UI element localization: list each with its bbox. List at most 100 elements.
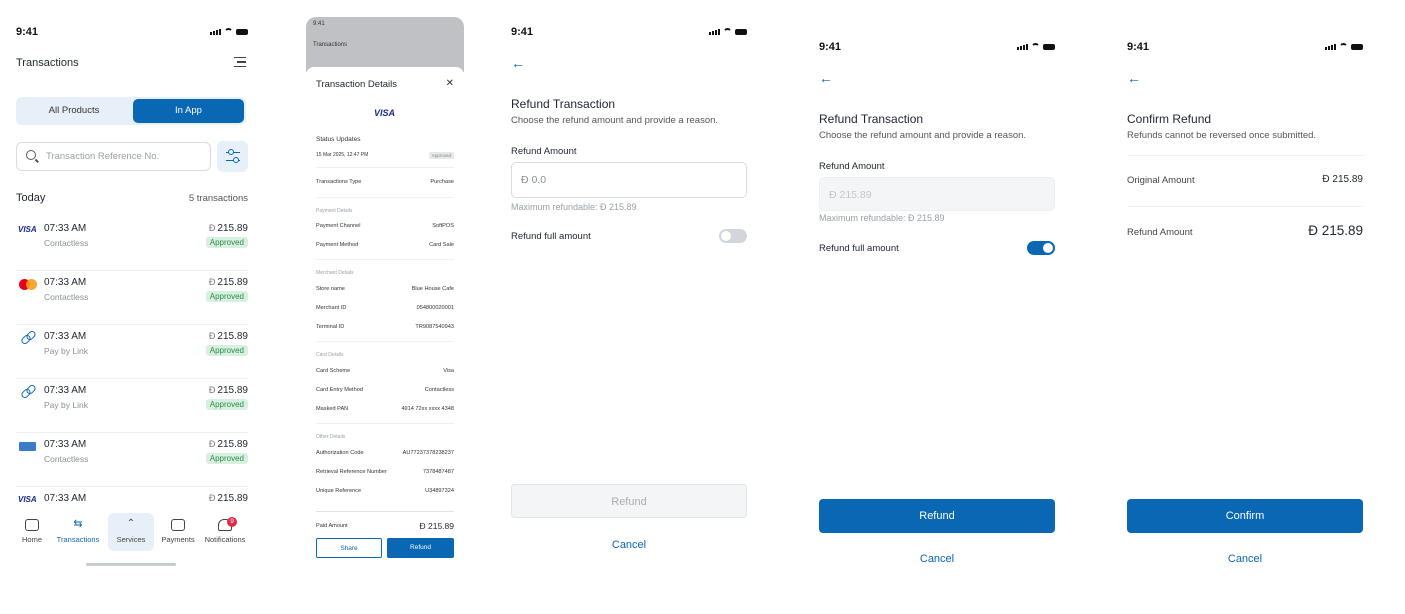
label-store-name: Store name: [316, 286, 345, 292]
value-unique-reference: U34897324: [425, 488, 454, 494]
menu-icon[interactable]: [234, 57, 246, 70]
transaction-method: Contactless: [44, 454, 89, 464]
value-paid-amount: Ð 215.89: [419, 521, 455, 531]
transaction-amount: Ð 215.89: [208, 385, 248, 396]
refund-amount-label: Refund Amount: [511, 146, 577, 157]
back-arrow-icon[interactable]: ←: [511, 55, 525, 71]
status-badge: Approved: [205, 237, 248, 248]
battery-icon: [1043, 44, 1055, 50]
battery-icon: [735, 29, 747, 35]
currency-symbol: Ð: [208, 385, 216, 395]
confirm-button[interactable]: Confirm: [1127, 499, 1363, 533]
close-icon[interactable]: ✕: [446, 78, 454, 89]
status-bar: 9:41: [511, 26, 747, 40]
value-rrn: 7378487487: [422, 469, 454, 475]
full-amount-toggle[interactable]: [719, 229, 747, 243]
status-updates-heading: Status Updates: [316, 136, 361, 143]
refund-amount-label: Refund Amount: [819, 161, 885, 172]
transaction-amount: Ð 215.89: [208, 331, 248, 342]
signal-icon: [1017, 44, 1028, 50]
transaction-row[interactable]: 07:33 AM Pay by Link Ð 215.89 Approved: [16, 378, 248, 433]
transaction-time: 07:33 AM: [44, 223, 87, 234]
status-time: 9:41: [1127, 41, 1150, 53]
value-payment-channel: SoftPOS: [432, 223, 454, 229]
home-indicator: [86, 563, 176, 566]
share-button[interactable]: Share: [316, 538, 382, 558]
back-arrow-icon[interactable]: ←: [819, 70, 833, 86]
refund-button[interactable]: Refund: [511, 484, 747, 518]
wifi-icon: [723, 28, 732, 35]
background-overlay[interactable]: 9:41 Transactions: [306, 17, 464, 72]
confirm-refund-screen: 9:41 ← Confirm Refund Refunds cannot be …: [1127, 0, 1363, 614]
transaction-row[interactable]: VISA 07:33 AM Contactless Ð 215.89 Approv…: [16, 216, 248, 271]
transaction-row[interactable]: 07:33 AM Contactless Ð 215.89 Approved: [16, 270, 248, 325]
label-authorization-code: Authorization Code: [316, 450, 364, 456]
cancel-button[interactable]: Cancel: [511, 539, 747, 551]
refund-transaction-screen: 9:41 ← Refund Transaction Choose the ref…: [511, 0, 747, 614]
battery-icon: [236, 29, 248, 35]
signal-icon: [1325, 44, 1336, 50]
tab-transactions[interactable]: ⇆ Transactions: [55, 513, 101, 544]
background-title: Transactions: [313, 42, 348, 48]
refund-amount-value: Ð 215.89: [1308, 223, 1363, 238]
original-amount-label: Original Amount: [1127, 175, 1195, 186]
cancel-button[interactable]: Cancel: [819, 553, 1055, 565]
details-sheet: Transaction Details ✕ VISA Status Update…: [306, 67, 464, 560]
tab-notifications[interactable]: 9 Notifications: [202, 513, 248, 544]
status-time: 9:41: [313, 21, 325, 27]
currency-symbol: Ð: [208, 331, 216, 341]
wifi-icon: [224, 28, 233, 35]
value-authorization-code: AU77237378238237: [402, 450, 454, 456]
transaction-row[interactable]: VISA 07:33 AM Ð 215.89: [16, 486, 248, 510]
tab-payments[interactable]: Payments: [155, 513, 201, 544]
notification-badge: 9: [227, 517, 237, 527]
currency-symbol: Ð: [208, 439, 216, 449]
section-heading: Today: [16, 192, 46, 204]
transaction-time: 07:33 AM: [44, 277, 87, 288]
wifi-icon: [1339, 43, 1348, 50]
label-terminal-id: Terminal ID: [316, 324, 345, 330]
refund-button[interactable]: Refund: [387, 538, 454, 558]
transaction-row[interactable]: 07:33 AM Contactless Ð 215.89 Approved: [16, 432, 248, 487]
cancel-button[interactable]: Cancel: [1127, 553, 1363, 565]
transaction-row[interactable]: 07:33 AM Pay by Link Ð 215.89 Approved: [16, 324, 248, 379]
card-details-heading: Card Details: [316, 352, 344, 358]
transaction-date: 15 Mar 2025, 12:47 PM: [316, 152, 369, 158]
refund-button[interactable]: Refund: [819, 499, 1055, 533]
transaction-details-screen: 9:41 Transactions Transaction Details ✕ …: [306, 0, 464, 560]
transaction-amount: Ð 215.89: [208, 223, 248, 234]
search-input[interactable]: Transaction Reference No.: [16, 142, 211, 171]
refund-amount-row: Refund Amount Ð 215.89: [1127, 206, 1363, 257]
value-merchant-id: 054800020001: [416, 305, 454, 311]
system-icons: [709, 28, 747, 35]
max-refundable: Maximum refundable: Ð 215.89: [819, 213, 945, 223]
tab-services[interactable]: ⌃ Services: [108, 513, 154, 551]
currency-symbol: Ð: [208, 493, 216, 503]
transaction-time: 07:33 AM: [44, 493, 87, 504]
currency-symbol: Ð: [208, 223, 216, 233]
filter-button[interactable]: [217, 141, 248, 172]
page-title: Transactions: [16, 57, 79, 69]
signal-icon: [210, 29, 221, 35]
back-arrow-icon[interactable]: ←: [1127, 70, 1141, 86]
refund-amount-input[interactable]: Ð 215.89: [819, 177, 1055, 211]
status-time: 9:41: [16, 26, 39, 38]
segment-all-products[interactable]: All Products: [19, 99, 129, 123]
full-amount-toggle[interactable]: [1027, 241, 1055, 255]
card-icon: [171, 519, 185, 531]
value-transactions-type: Purchase: [430, 179, 454, 185]
status-time: 9:41: [511, 26, 534, 38]
value-masked-pan: 4914 72xx xxxx 4348: [401, 406, 454, 412]
tab-home[interactable]: Home: [9, 513, 55, 544]
transaction-amount: Ð 215.89: [208, 277, 248, 288]
signal-icon: [709, 29, 720, 35]
amex-icon: [19, 442, 36, 451]
status-badge: Approved: [205, 453, 248, 464]
page-title: Refund Transaction: [819, 112, 924, 126]
segment-in-app[interactable]: In App: [133, 99, 244, 123]
status-badge: Approved: [205, 399, 248, 410]
label-merchant-id: Merchant ID: [316, 305, 347, 311]
payment-details-heading: Payment Details: [316, 208, 353, 214]
label-payment-method: Payment Method: [316, 242, 359, 248]
refund-amount-input[interactable]: Ð 0.0: [511, 162, 747, 198]
